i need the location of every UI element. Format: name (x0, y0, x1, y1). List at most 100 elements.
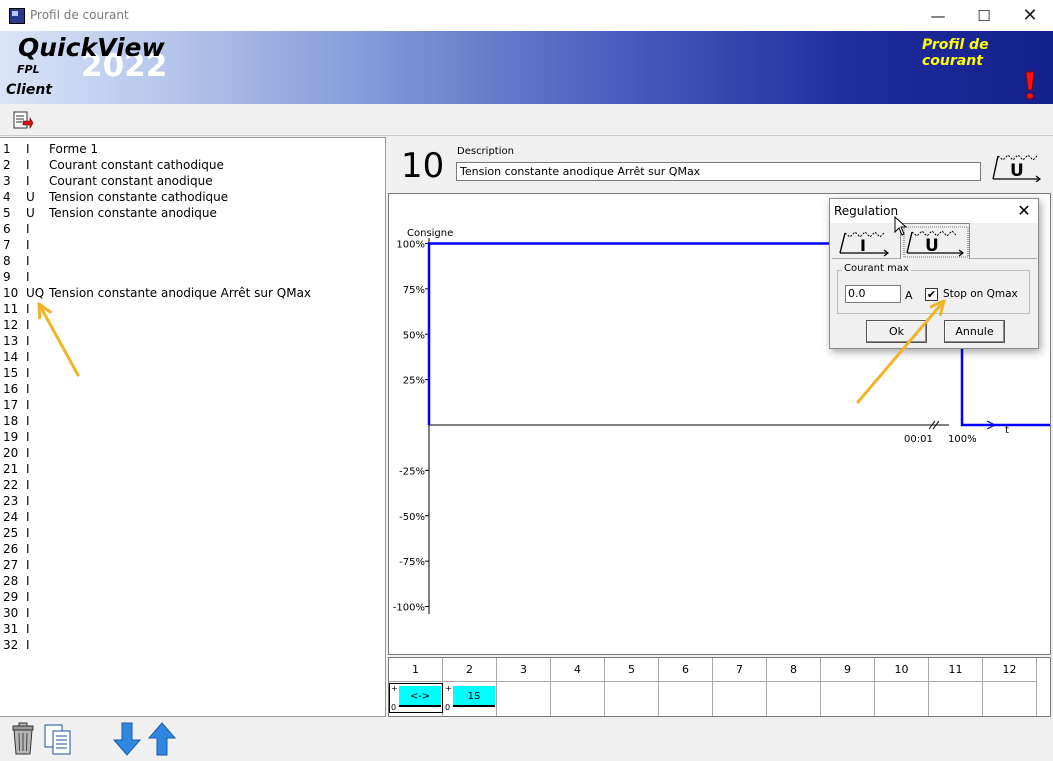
list-item-type: I (26, 318, 30, 332)
profile-number: 10 (401, 146, 445, 186)
grid-column-header[interactable]: 8 (767, 658, 821, 682)
minimize-button[interactable]: — (915, 0, 961, 31)
list-item-type: I (26, 238, 30, 252)
list-item-type: I (26, 142, 30, 156)
tab-voltage-letter: U (925, 236, 939, 256)
window-title: Profil de courant (30, 8, 129, 22)
grid-cell[interactable] (875, 682, 929, 716)
stop-on-qmax-label[interactable]: Stop on Qmax (943, 288, 1018, 300)
grid-cell[interactable] (821, 682, 875, 716)
list-item-type: I (26, 542, 30, 556)
list-item-type: I (26, 334, 30, 348)
cancel-button[interactable]: Annule (944, 320, 1005, 343)
step-zero-mark: 0 (391, 703, 397, 712)
step-tile[interactable]: +0 1S (444, 684, 496, 712)
grid-column-header[interactable]: 4 (551, 658, 605, 682)
list-item-number: 19 (3, 430, 19, 444)
y-axis-title: Consigne (407, 228, 453, 239)
list-item-type: I (26, 494, 30, 508)
trash-icon[interactable] (10, 722, 36, 755)
grid-column-header[interactable]: 11 (929, 658, 983, 682)
profile-list[interactable]: 1 I Forme 1 2 I Courant constant cathodique 3 I… (0, 137, 386, 717)
grid-cell[interactable] (659, 682, 713, 716)
list-item-type: I (26, 430, 30, 444)
list-item-description: Courant constant anodique (49, 174, 213, 188)
brand-client: Client (6, 82, 53, 98)
list-item-number: 8 (3, 254, 11, 268)
courant-max-label: Courant max (842, 263, 911, 274)
regulation-close-button[interactable]: ✕ (1013, 201, 1035, 221)
unit-label: A (905, 289, 913, 302)
grid-column-header[interactable]: 6 (659, 658, 713, 682)
grid-cell[interactable] (497, 682, 551, 716)
list-item-type: I (26, 510, 30, 524)
y-tick-label: 75% (403, 285, 425, 296)
list-item-type: I (26, 558, 30, 572)
list-item-number: 26 (3, 542, 19, 556)
step-grid[interactable]: 1 2 3 4 5 6 7 8 9 10 11 12 +0 <-> +0 1S (388, 657, 1051, 717)
grid-cell[interactable] (767, 682, 821, 716)
y-tick-label: -100% (393, 603, 425, 614)
grid-cell[interactable] (551, 682, 605, 716)
grid-column-header[interactable]: 9 (821, 658, 875, 682)
brand-logo: QuickView (18, 33, 165, 62)
alert-icon (1025, 71, 1035, 100)
move-down-arrow-icon[interactable] (113, 722, 141, 756)
tab-voltage-mode[interactable]: U (900, 223, 970, 259)
grid-cell[interactable] (983, 682, 1037, 716)
grid-column-header[interactable]: 2 (443, 658, 497, 682)
tab-voltage-icon: U (903, 226, 969, 258)
list-item-description: Courant constant cathodique (49, 158, 224, 172)
regulation-titlebar[interactable]: Regulation ✕ (830, 199, 1038, 223)
list-item-type: I (26, 174, 30, 188)
list-item-number: 24 (3, 510, 19, 524)
list-item-number: 23 (3, 494, 19, 508)
grid-cell[interactable] (929, 682, 983, 716)
ok-button[interactable]: Ok (866, 320, 927, 343)
list-item-type: I (26, 398, 30, 412)
regulation-title: Regulation (834, 204, 899, 218)
stop-on-qmax-checkbox[interactable]: ✔ (925, 288, 938, 301)
grid-column-header[interactable]: 5 (605, 658, 659, 682)
list-item-number: 15 (3, 366, 19, 380)
move-up-arrow-icon[interactable] (148, 722, 176, 756)
description-input[interactable]: Tension constante anodique Arrêt sur QMa… (456, 162, 981, 181)
list-item-type: I (26, 270, 30, 284)
banner-title: Profil de courant (922, 37, 989, 69)
maximize-button[interactable]: ☐ (961, 0, 1007, 31)
list-item-number: 30 (3, 606, 19, 620)
grid-cell[interactable] (605, 682, 659, 716)
list-item-type: I (26, 574, 30, 588)
app-banner: 2022 QuickView FPL Client Profil de cour… (0, 31, 1053, 104)
list-item-number: 20 (3, 446, 19, 460)
list-item-type: I (26, 414, 30, 428)
grid-column-header[interactable]: 3 (497, 658, 551, 682)
close-window-button[interactable]: ✕ (1007, 0, 1053, 31)
list-item-type: I (26, 622, 30, 636)
tab-current-mode[interactable]: I (838, 227, 894, 259)
grid-column-header[interactable]: 10 (875, 658, 929, 682)
grid-column-header[interactable]: 12 (983, 658, 1037, 682)
window-titlebar[interactable]: Profil de courant — ☐ ✕ (0, 0, 1053, 31)
list-item-type: I (26, 446, 30, 460)
export-icon[interactable] (12, 110, 34, 130)
list-item-type: I (26, 350, 30, 364)
list-item-type: I (26, 366, 30, 380)
list-item-description: Forme 1 (49, 142, 99, 156)
x-axis-label: t (1005, 425, 1009, 436)
step-tile[interactable]: +0 <-> (389, 683, 443, 713)
list-item-number: 1 (3, 142, 11, 156)
voltage-mode-icon[interactable]: U (990, 152, 1042, 182)
copy-icon[interactable] (44, 724, 72, 755)
grid-column-header[interactable]: 1 (389, 658, 443, 682)
list-item-number: 7 (3, 238, 11, 252)
list-item-type: U (26, 190, 35, 204)
list-item-number: 31 (3, 622, 19, 636)
grid-cell[interactable] (713, 682, 767, 716)
list-item-type: I (26, 478, 30, 492)
courant-max-input[interactable]: 0.0 (845, 285, 901, 303)
grid-column-header[interactable]: 7 (713, 658, 767, 682)
step-label: <-> (399, 686, 441, 707)
list-item-number: 14 (3, 350, 19, 364)
list-item-type: I (26, 222, 30, 236)
